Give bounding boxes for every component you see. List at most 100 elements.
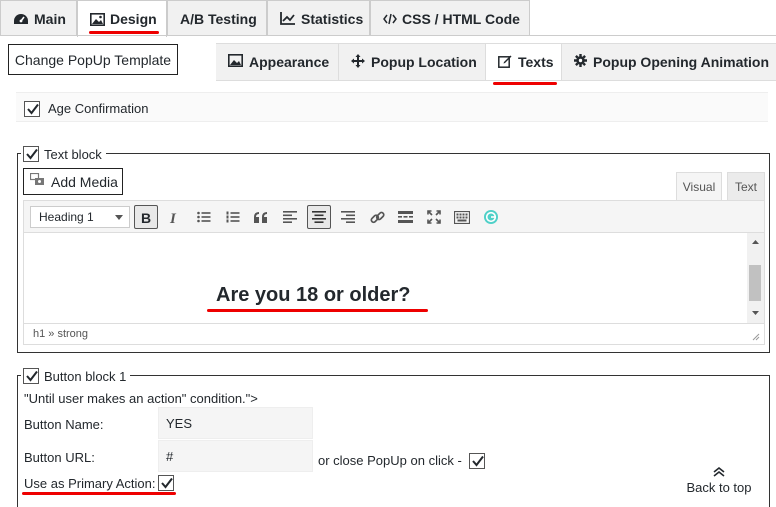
read-more-button[interactable] xyxy=(393,205,417,229)
tab-label: Texts xyxy=(518,54,554,70)
checkmark-icon xyxy=(472,455,484,467)
tab-label: Design xyxy=(110,11,157,27)
text-block-label: Text block xyxy=(44,146,102,162)
move-icon xyxy=(351,53,365,71)
keyboard-icon xyxy=(454,210,470,224)
bold-icon: B xyxy=(141,211,151,224)
checkmark-icon xyxy=(26,370,38,382)
resize-handle-icon[interactable] xyxy=(752,333,760,341)
button-block-label: Button block 1 xyxy=(44,368,127,384)
grammar-check-icon xyxy=(484,210,498,224)
visual-tab[interactable]: Visual xyxy=(676,172,722,200)
tab-popup-opening-animation[interactable]: Popup Opening Animation xyxy=(562,44,776,80)
tab-css-html[interactable]: CSS / HTML Code xyxy=(370,0,530,36)
fullscreen-icon xyxy=(427,210,441,224)
text-block-legend: Text block xyxy=(21,145,106,163)
close-popup-checkbox[interactable] xyxy=(469,453,485,469)
scroll-down-icon xyxy=(752,311,759,315)
numbered-list-button[interactable] xyxy=(221,205,245,229)
tab-label: Popup Opening Animation xyxy=(593,54,770,70)
bullet-list-icon xyxy=(197,211,211,223)
text-tab[interactable]: Text xyxy=(727,172,765,200)
tab-bar-divider xyxy=(0,35,776,36)
tab-ab-testing[interactable]: A/B Testing xyxy=(167,0,267,36)
primary-action-underline xyxy=(22,492,176,495)
tab-texts[interactable]: Texts xyxy=(486,44,562,80)
code-icon xyxy=(383,13,397,25)
format-select[interactable]: Heading 1 xyxy=(30,206,130,228)
image-icon xyxy=(90,12,105,26)
gear-icon xyxy=(574,54,587,70)
link-button[interactable] xyxy=(365,205,389,229)
svg-text:I: I xyxy=(169,211,177,224)
align-center-icon xyxy=(312,211,326,223)
tab-appearance[interactable]: Appearance xyxy=(216,44,339,80)
tab-label: Appearance xyxy=(249,54,330,70)
italic-icon: I xyxy=(169,211,177,224)
editor-toolbar: Heading 1 B I xyxy=(23,200,765,233)
button-block-checkbox[interactable] xyxy=(23,368,39,384)
fullscreen-button[interactable] xyxy=(422,205,446,229)
button-url-input[interactable]: # xyxy=(158,440,313,472)
tab-statistics[interactable]: Statistics xyxy=(267,0,370,36)
checkmark-icon xyxy=(27,103,39,115)
bold-button[interactable]: B xyxy=(134,205,158,229)
tab-label: Popup Location xyxy=(371,54,477,70)
media-icon xyxy=(29,172,46,190)
bullet-list-button[interactable] xyxy=(192,205,216,229)
scroll-up-icon xyxy=(752,240,759,244)
align-left-icon xyxy=(283,211,297,223)
age-confirmation-label: Age Confirmation xyxy=(48,101,149,116)
edit-icon xyxy=(498,54,512,71)
tab-label: Statistics xyxy=(301,10,364,27)
add-media-label: Add Media xyxy=(51,173,118,190)
grammar-check-button[interactable] xyxy=(479,205,503,229)
button-url-label: Button URL: xyxy=(24,450,95,465)
quote-icon xyxy=(254,211,267,223)
text-block-checkbox[interactable] xyxy=(23,146,39,162)
chevron-down-icon xyxy=(115,215,123,220)
back-to-top-link[interactable]: Back to top xyxy=(682,466,756,495)
align-right-icon xyxy=(341,211,355,223)
link-icon xyxy=(369,211,385,223)
format-select-value: Heading 1 xyxy=(39,210,94,224)
design-tab-underline xyxy=(89,31,159,34)
back-to-top-label: Back to top xyxy=(686,480,752,495)
heading-underline xyxy=(207,309,428,312)
blockquote-button[interactable] xyxy=(249,205,273,229)
italic-button[interactable]: I xyxy=(162,205,186,229)
close-popup-label: or close PopUp on click - xyxy=(318,453,462,468)
age-confirmation-checkbox[interactable] xyxy=(24,101,40,117)
editor-scrollbar[interactable] xyxy=(747,233,764,323)
align-center-button[interactable] xyxy=(307,205,331,229)
tab-label: A/B Testing xyxy=(180,10,257,27)
checkmark-icon xyxy=(26,148,38,160)
add-media-button[interactable]: Add Media xyxy=(23,168,123,195)
double-chevron-up-icon xyxy=(713,466,725,477)
primary-action-checkbox[interactable] xyxy=(158,475,174,491)
primary-action-label: Use as Primary Action: xyxy=(24,476,156,491)
button-name-label: Button Name: xyxy=(24,417,104,432)
change-template-button[interactable]: Change PopUp Template xyxy=(8,44,178,75)
button-name-input[interactable]: YES xyxy=(158,407,313,439)
tab-main[interactable]: Main xyxy=(0,0,77,36)
read-more-icon xyxy=(397,211,413,223)
chart-icon xyxy=(280,12,296,25)
align-right-button[interactable] xyxy=(336,205,360,229)
image-icon xyxy=(228,54,243,70)
align-left-button[interactable] xyxy=(278,205,302,229)
checkmark-icon xyxy=(161,477,173,489)
svg-text:B: B xyxy=(141,211,151,224)
scroll-thumb[interactable] xyxy=(749,265,761,301)
tab-label: CSS / HTML Code xyxy=(402,10,520,27)
tab-label: Main xyxy=(34,10,66,27)
texts-tab-underline xyxy=(493,82,557,85)
editor-heading-text[interactable]: Are you 18 or older? xyxy=(216,284,411,307)
dashboard-icon xyxy=(13,12,29,26)
tab-popup-location[interactable]: Popup Location xyxy=(339,44,486,80)
condition-text: "Until user makes an action" condition."… xyxy=(24,391,258,406)
toolbar-toggle-button[interactable] xyxy=(450,205,474,229)
numbered-list-icon xyxy=(226,211,240,223)
editor-path-bar: h1 » strong xyxy=(23,323,765,345)
button-block-legend: Button block 1 xyxy=(21,367,131,385)
